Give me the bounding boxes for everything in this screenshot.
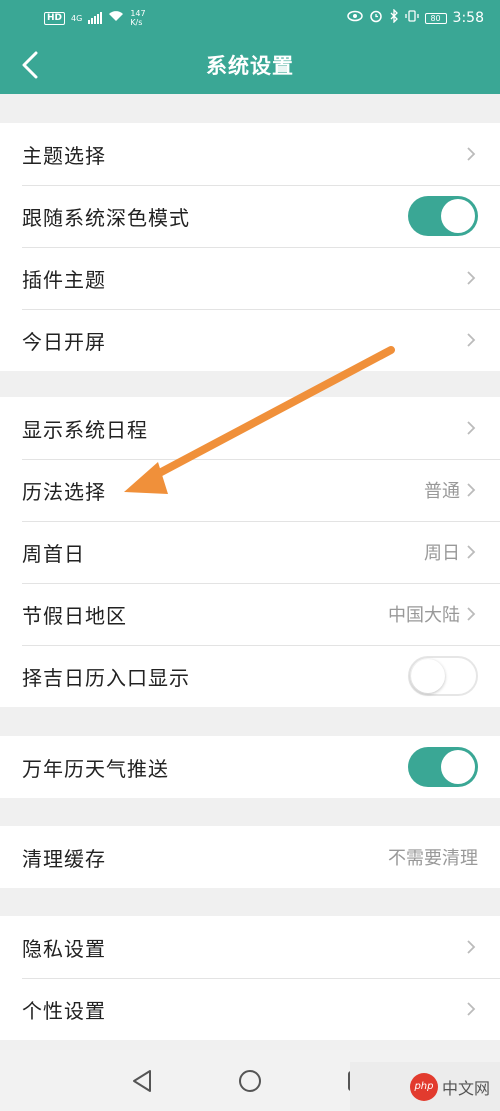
row-value: 中国大陆 xyxy=(388,605,460,626)
chevron-right-icon xyxy=(464,938,478,956)
row-clear-cache[interactable]: 清理缓存 不需要清理 xyxy=(0,826,500,888)
row-label: 插件主题 xyxy=(22,267,106,292)
row-label: 择吉日历入口显示 xyxy=(22,665,190,690)
back-button[interactable] xyxy=(10,45,50,85)
row-label: 节假日地区 xyxy=(22,603,127,628)
settings-group-weather: 万年历天气推送 xyxy=(0,736,500,798)
settings-group-calendar: 显示系统日程 历法选择 普通 周首日 周日 节假日地区 中国大陆 择吉日历入口显… xyxy=(0,397,500,707)
row-calendar-type[interactable]: 历法选择 普通 xyxy=(0,459,500,521)
page-title: 系统设置 xyxy=(206,54,294,78)
signal-icon xyxy=(88,12,103,24)
settings-group-cache: 清理缓存 不需要清理 xyxy=(0,826,500,888)
toggle-knob xyxy=(441,750,475,784)
hd-badge: HD xyxy=(44,11,66,25)
row-privacy-settings[interactable]: 隐私设置 xyxy=(0,916,500,978)
row-plugin-theme[interactable]: 插件主题 xyxy=(0,247,500,309)
row-label: 个性设置 xyxy=(22,998,106,1023)
status-left: HD 4G 147 K/s xyxy=(44,9,146,27)
settings-group-privacy: 隐私设置 个性设置 xyxy=(0,916,500,1040)
status-bar: HD 4G 147 K/s 80 3:58 xyxy=(0,0,500,36)
title-bar: 系统设置 xyxy=(0,36,500,94)
settings-group-theme: 主题选择 跟随系统深色模式 插件主题 今日开屏 xyxy=(0,123,500,371)
chevron-right-icon xyxy=(464,269,478,287)
battery-icon: 80 xyxy=(424,12,447,24)
row-label: 显示系统日程 xyxy=(22,417,148,442)
speed-value: 147 xyxy=(130,9,146,18)
row-theme-select[interactable]: 主题选择 xyxy=(0,123,500,185)
network-speed: 147 K/s xyxy=(130,9,145,27)
network-type: 4G xyxy=(71,13,83,23)
nav-back-button[interactable] xyxy=(125,1064,159,1098)
row-label: 隐私设置 xyxy=(22,936,106,961)
row-show-system-schedule[interactable]: 显示系统日程 xyxy=(0,397,500,459)
php-logo: php xyxy=(409,1072,438,1101)
weather-push-toggle[interactable] xyxy=(408,747,478,787)
row-value: 不需要清理 xyxy=(388,848,478,869)
triangle-back-icon xyxy=(133,1069,151,1092)
row-label: 今日开屏 xyxy=(22,329,106,354)
toggle-knob xyxy=(441,199,475,233)
clock: 3:58 xyxy=(452,10,484,26)
dark-mode-toggle[interactable] xyxy=(408,196,478,236)
row-label: 主题选择 xyxy=(22,143,106,168)
row-week-start[interactable]: 周首日 周日 xyxy=(0,521,500,583)
speed-unit: K/s xyxy=(130,18,143,27)
row-today-splash[interactable]: 今日开屏 xyxy=(0,309,500,371)
nav-home-button[interactable] xyxy=(233,1064,267,1098)
watermark: php 中文网 xyxy=(350,1062,500,1111)
row-value: 周日 xyxy=(424,543,460,564)
chevron-right-icon xyxy=(464,145,478,163)
row-label: 万年历天气推送 xyxy=(22,756,169,781)
toggle-knob xyxy=(411,659,445,693)
row-label: 历法选择 xyxy=(22,479,106,504)
row-personal-settings[interactable]: 个性设置 xyxy=(0,978,500,1040)
row-label: 周首日 xyxy=(22,541,85,566)
chevron-right-icon xyxy=(464,331,478,349)
alarm-icon xyxy=(369,9,383,27)
chevron-right-icon xyxy=(464,1000,478,1018)
chevron-right-icon xyxy=(464,419,478,437)
bluetooth-icon xyxy=(389,8,399,27)
row-label: 跟随系统深色模式 xyxy=(22,205,190,230)
row-holiday-region[interactable]: 节假日地区 中国大陆 xyxy=(0,583,500,645)
wifi-icon xyxy=(108,10,124,26)
eye-icon xyxy=(346,10,363,26)
row-value: 普通 xyxy=(424,481,460,502)
chevron-right-icon xyxy=(464,481,478,499)
chevron-left-icon xyxy=(22,51,38,79)
status-right: 80 3:58 xyxy=(346,8,484,27)
chevron-right-icon xyxy=(464,605,478,623)
row-weather-push: 万年历天气推送 xyxy=(0,736,500,798)
vibrate-icon xyxy=(404,9,419,27)
row-label: 清理缓存 xyxy=(22,846,106,871)
chevron-right-icon xyxy=(464,543,478,561)
row-auspicious-day-entry: 择吉日历入口显示 xyxy=(0,645,500,707)
row-follow-dark-mode: 跟随系统深色模式 xyxy=(0,185,500,247)
auspicious-day-toggle[interactable] xyxy=(408,656,478,696)
watermark-text: 中文网 xyxy=(441,1078,490,1098)
circle-home-icon xyxy=(239,1069,261,1092)
